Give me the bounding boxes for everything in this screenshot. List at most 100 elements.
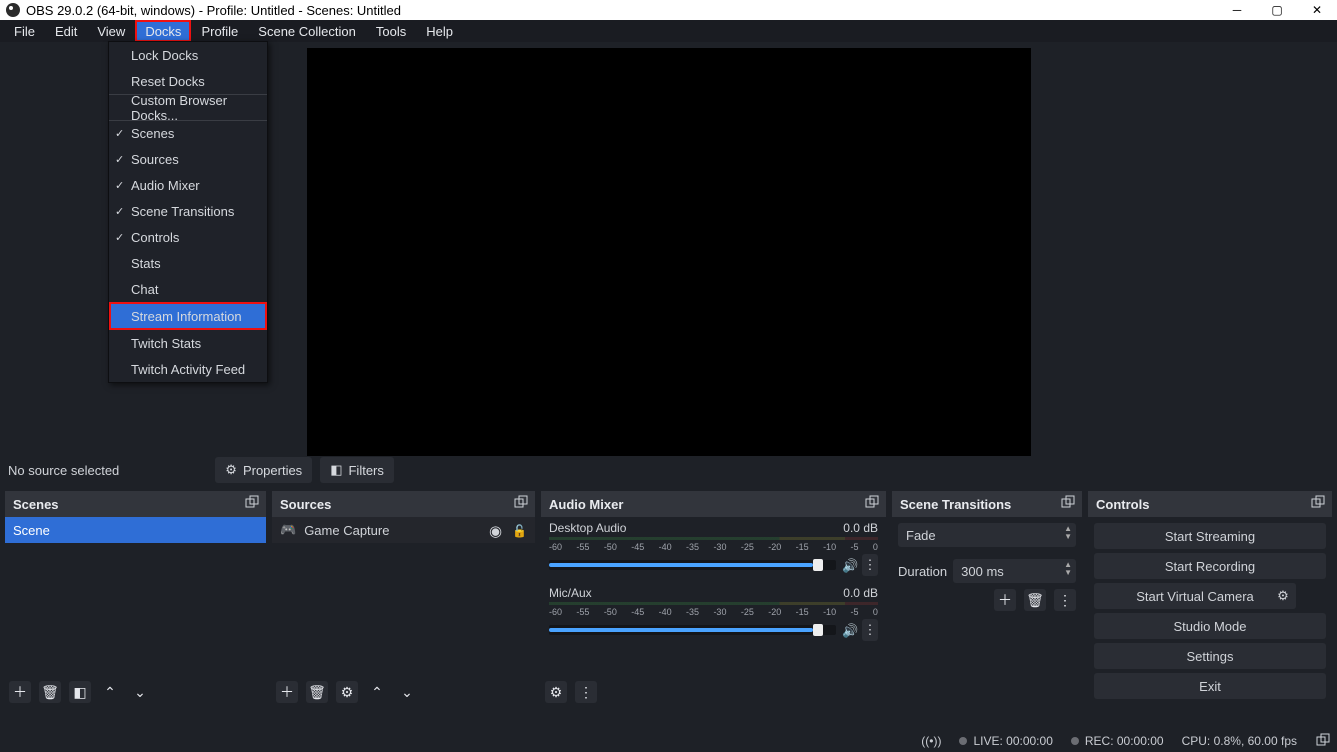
remove-scene-button[interactable]: 🗑 xyxy=(39,681,61,703)
maximize-button[interactable]: ▢ xyxy=(1257,0,1297,20)
mixer-toolbar: ⚙ ⋮ xyxy=(545,681,597,703)
docks-menu-scenes[interactable]: Scenes xyxy=(109,120,267,146)
scene-item[interactable]: Scene xyxy=(5,517,266,543)
duration-label: Duration xyxy=(898,564,947,579)
docks-menu-reset[interactable]: Reset Docks xyxy=(109,68,267,94)
popout-icon[interactable] xyxy=(1060,495,1076,511)
mixer-channel-mic: Mic/Aux0.0 dB -60-55-50-45-40-35-30-25-2… xyxy=(541,582,886,647)
channel-menu-button[interactable]: ⋮ xyxy=(862,619,878,641)
dock-row: Scenes Scene ＋ 🗑 ◧ ⌃ ⌄ Sources 🎮 Game Ca… xyxy=(0,485,1337,707)
virtual-camera-settings-button[interactable]: ⚙ xyxy=(1270,583,1296,609)
docks-menu-stream-information[interactable]: Stream Information xyxy=(109,302,267,330)
popout-icon[interactable] xyxy=(1310,495,1326,511)
docks-menu-twitch-stats[interactable]: Twitch Stats xyxy=(109,330,267,356)
menu-file[interactable]: File xyxy=(4,20,45,42)
docks-menu-lock[interactable]: Lock Docks xyxy=(109,42,267,68)
gamepad-icon: 🎮 xyxy=(280,522,296,538)
mixer-ticks: -60-55-50-45-40-35-30-25-20-15-10-50 xyxy=(549,607,878,617)
panel-transitions-header[interactable]: Scene Transitions xyxy=(892,491,1082,517)
minimize-button[interactable]: ─ xyxy=(1217,0,1257,20)
window-title: OBS 29.0.2 (64-bit, windows) - Profile: … xyxy=(26,3,401,18)
transition-menu-button[interactable]: ⋮ xyxy=(1054,589,1076,611)
obs-logo-icon xyxy=(6,3,20,17)
speaker-icon[interactable]: 🔊 xyxy=(842,623,856,637)
panel-transitions: Scene Transitions Fade▲▼ Duration 300 ms… xyxy=(892,491,1082,707)
move-scene-up-button[interactable]: ⌃ xyxy=(99,681,121,703)
source-properties-button[interactable]: ⚙ xyxy=(336,681,358,703)
updown-icon: ▲▼ xyxy=(1064,525,1072,541)
menu-help[interactable]: Help xyxy=(416,20,463,42)
status-cpu: CPU: 0.8%, 60.00 fps xyxy=(1182,734,1297,748)
remove-source-button[interactable]: 🗑 xyxy=(306,681,328,703)
lock-toggle[interactable]: 🔓 xyxy=(512,524,527,538)
panel-scenes-header[interactable]: Scenes xyxy=(5,491,266,517)
menu-profile[interactable]: Profile xyxy=(191,20,248,42)
speaker-icon[interactable]: 🔊 xyxy=(842,558,856,572)
filters-button[interactable]: ◧Filters xyxy=(320,457,394,483)
start-recording-button[interactable]: Start Recording xyxy=(1094,553,1326,579)
mixer-menu-button[interactable]: ⋮ xyxy=(575,681,597,703)
live-indicator-icon xyxy=(959,737,967,745)
menu-docks[interactable]: Docks xyxy=(135,20,191,42)
remove-transition-button[interactable]: 🗑 xyxy=(1024,589,1046,611)
no-source-label: No source selected xyxy=(8,463,119,478)
mixer-channel-desktop: Desktop Audio0.0 dB -60-55-50-45-40-35-3… xyxy=(541,517,886,582)
preview-canvas[interactable] xyxy=(307,48,1031,456)
transition-select[interactable]: Fade▲▼ xyxy=(898,523,1076,547)
panel-audio-mixer: Audio Mixer Desktop Audio0.0 dB -60-55-5… xyxy=(541,491,886,707)
source-item[interactable]: 🎮 Game Capture ◉ 🔓 xyxy=(272,517,535,543)
close-button[interactable]: ✕ xyxy=(1297,0,1337,20)
channel-menu-button[interactable]: ⋮ xyxy=(862,554,878,576)
docks-menu-chat[interactable]: Chat xyxy=(109,276,267,302)
panel-controls: Controls Start Streaming Start Recording… xyxy=(1088,491,1332,707)
mixer-ticks: -60-55-50-45-40-35-30-25-20-15-10-50 xyxy=(549,542,878,552)
docks-menu-twitch-activity[interactable]: Twitch Activity Feed xyxy=(109,356,267,382)
status-rec: REC: 00:00:00 xyxy=(1085,734,1164,748)
add-transition-button[interactable]: ＋ xyxy=(994,589,1016,611)
volume-slider-desktop[interactable] xyxy=(549,560,836,570)
visibility-toggle[interactable]: ◉ xyxy=(489,522,502,540)
source-item-label: Game Capture xyxy=(304,523,389,538)
move-scene-down-button[interactable]: ⌄ xyxy=(129,681,151,703)
properties-button[interactable]: ⚙Properties xyxy=(215,457,312,483)
docks-menu-stats[interactable]: Stats xyxy=(109,250,267,276)
add-scene-button[interactable]: ＋ xyxy=(9,681,31,703)
menu-edit[interactable]: Edit xyxy=(45,20,87,42)
docks-menu-audio-mixer[interactable]: Audio Mixer xyxy=(109,172,267,198)
docks-menu-scene-transitions[interactable]: Scene Transitions xyxy=(109,198,267,224)
move-source-up-button[interactable]: ⌃ xyxy=(366,681,388,703)
popout-icon[interactable] xyxy=(513,495,529,511)
docks-menu-sources[interactable]: Sources xyxy=(109,146,267,172)
popout-icon[interactable] xyxy=(1315,733,1331,749)
sources-toolbar: ＋ 🗑 ⚙ ⌃ ⌄ xyxy=(276,681,418,703)
window-titlebar: OBS 29.0.2 (64-bit, windows) - Profile: … xyxy=(0,0,1337,20)
popout-icon[interactable] xyxy=(864,495,880,511)
menu-scene-collection[interactable]: Scene Collection xyxy=(248,20,366,42)
menu-tools[interactable]: Tools xyxy=(366,20,416,42)
gear-icon: ⚙ xyxy=(225,462,237,478)
docks-menu-controls[interactable]: Controls xyxy=(109,224,267,250)
scenes-toolbar: ＋ 🗑 ◧ ⌃ ⌄ xyxy=(9,681,151,703)
start-streaming-button[interactable]: Start Streaming xyxy=(1094,523,1326,549)
move-source-down-button[interactable]: ⌄ xyxy=(396,681,418,703)
start-virtual-camera-button[interactable]: Start Virtual Camera⚙ xyxy=(1094,583,1296,609)
menu-view[interactable]: View xyxy=(87,20,135,42)
volume-slider-mic[interactable] xyxy=(549,625,836,635)
panel-scenes: Scenes Scene ＋ 🗑 ◧ ⌃ ⌄ xyxy=(5,491,266,707)
source-info-bar: No source selected ⚙Properties ◧Filters xyxy=(0,455,1337,485)
updown-icon: ▲▼ xyxy=(1064,561,1072,577)
panel-sources-header[interactable]: Sources xyxy=(272,491,535,517)
docks-menu-custom-browser[interactable]: Custom Browser Docks... xyxy=(109,94,267,120)
popout-icon[interactable] xyxy=(244,495,260,511)
add-source-button[interactable]: ＋ xyxy=(276,681,298,703)
rec-indicator-icon xyxy=(1071,737,1079,745)
panel-controls-header[interactable]: Controls xyxy=(1088,491,1332,517)
exit-button[interactable]: Exit xyxy=(1094,673,1326,699)
duration-input[interactable]: 300 ms▲▼ xyxy=(953,559,1076,583)
scene-filter-button[interactable]: ◧ xyxy=(69,681,91,703)
status-bar: ((•)) LIVE: 00:00:00 REC: 00:00:00 CPU: … xyxy=(921,730,1331,752)
studio-mode-button[interactable]: Studio Mode xyxy=(1094,613,1326,639)
advanced-audio-button[interactable]: ⚙ xyxy=(545,681,567,703)
settings-button[interactable]: Settings xyxy=(1094,643,1326,669)
panel-mixer-header[interactable]: Audio Mixer xyxy=(541,491,886,517)
